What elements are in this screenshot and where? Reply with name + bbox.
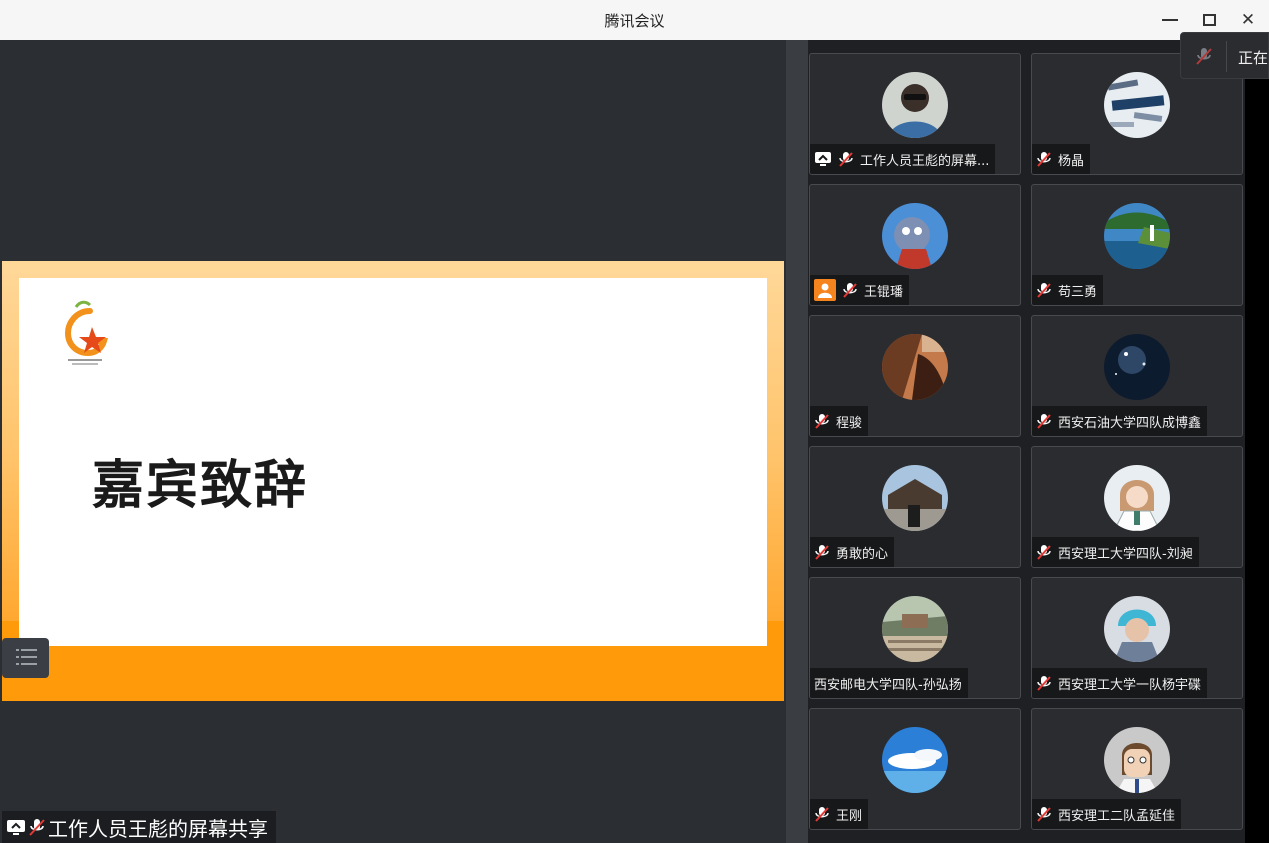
- avatar: [1104, 72, 1170, 138]
- participant-gallery: 工作人员王彪的屏幕... 杨晶 王锟璠 苟三勇 程骏 西安石油大学四队成博鑫 勇…: [808, 40, 1269, 843]
- participant-tile[interactable]: 西安理工大学一队杨宇碟: [1031, 577, 1243, 699]
- avatar: [1104, 596, 1170, 662]
- participant-tile[interactable]: 程骏: [809, 315, 1021, 437]
- popup-separator: [1226, 41, 1227, 72]
- participant-tile[interactable]: 西安理工大学四队-刘昶: [1031, 446, 1243, 568]
- presentation-slide: 嘉宾致辞: [2, 261, 784, 701]
- avatar: [882, 203, 948, 269]
- participant-name: 西安理工大学一队杨宇碟: [1058, 677, 1202, 693]
- participant-name: 王刚: [836, 808, 863, 824]
- maximize-button[interactable]: [1196, 8, 1222, 32]
- slide-title: 嘉宾致辞: [91, 456, 308, 516]
- minimize-icon: [1162, 19, 1178, 21]
- meeting-list-button[interactable]: [2, 638, 49, 678]
- participant-nametag: 西安石油大学四队成博鑫: [1032, 406, 1208, 436]
- mic-muted-icon: [842, 282, 858, 298]
- speaking-indicator[interactable]: 正在: [1180, 32, 1269, 79]
- participant-nametag: 西安理工大学一队杨宇碟: [1032, 668, 1208, 698]
- avatar: [1104, 727, 1170, 793]
- mic-muted-icon: [1195, 46, 1213, 70]
- shared-screen: 嘉宾致辞 工作人员王彪的屏幕共享: [0, 40, 786, 843]
- screen-share-label: 工作人员王彪的屏幕共享: [2, 811, 276, 843]
- slide-logo: [64, 300, 108, 365]
- right-edge-bar: [1245, 40, 1269, 843]
- participant-nametag: 程骏: [810, 406, 869, 436]
- mic-muted-icon: [1036, 413, 1052, 429]
- participant-name: 西安邮电大学四队-孙弘扬: [814, 677, 962, 693]
- participant-tile[interactable]: 西安邮电大学四队-孙弘扬: [809, 577, 1021, 699]
- participant-nametag: 工作人员王彪的屏幕...: [810, 144, 996, 174]
- screen-share-icon: [814, 151, 832, 167]
- participant-nametag: 苟三勇: [1032, 275, 1104, 305]
- participant-tile[interactable]: 西安理工二队孟延佳: [1031, 708, 1243, 830]
- maximize-icon: [1202, 14, 1216, 26]
- avatar: [1104, 334, 1170, 400]
- participant-name: 西安石油大学四队成博鑫: [1058, 415, 1202, 431]
- mic-muted-icon: [1036, 544, 1052, 560]
- participant-tile[interactable]: 苟三勇: [1031, 184, 1243, 306]
- mic-muted-icon: [814, 544, 830, 560]
- avatar: [882, 334, 948, 400]
- participant-nametag: 西安理工大学四队-刘昶: [1032, 537, 1199, 567]
- participant-name: 西安理工二队孟延佳: [1058, 808, 1176, 824]
- participant-name: 勇敢的心: [836, 546, 889, 562]
- avatar: [882, 596, 948, 662]
- participant-name: 王锟璠: [864, 284, 904, 300]
- participant-nametag: 西安理工二队孟延佳: [1032, 799, 1182, 829]
- participant-nametag: 王锟璠: [810, 275, 910, 305]
- participant-tile[interactable]: 工作人员王彪的屏幕...: [809, 53, 1021, 175]
- avatar: [1104, 465, 1170, 531]
- avatar: [882, 465, 948, 531]
- participant-name: 工作人员王彪的屏幕...: [860, 153, 990, 169]
- participant-name: 西安理工大学四队-刘昶: [1058, 546, 1193, 562]
- avatar: [882, 72, 948, 138]
- avatar: [1104, 203, 1170, 269]
- mic-muted-icon: [1036, 675, 1052, 691]
- participant-tile[interactable]: 王锟璠: [809, 184, 1021, 306]
- mic-muted-icon: [28, 817, 46, 837]
- participant-tile[interactable]: 勇敢的心: [809, 446, 1021, 568]
- mic-muted-icon: [814, 806, 830, 822]
- screen-share-icon: [6, 817, 26, 837]
- mic-muted-icon: [1036, 282, 1052, 298]
- participant-name: 苟三勇: [1058, 284, 1098, 300]
- participant-nametag: 勇敢的心: [810, 537, 895, 567]
- participant-nametag: 杨晶: [1032, 144, 1091, 174]
- window-title: 腾讯会议: [604, 12, 665, 30]
- host-badge-icon: [814, 279, 836, 301]
- panel-divider[interactable]: [786, 40, 808, 843]
- participant-nametag: 西安邮电大学四队-孙弘扬: [810, 668, 968, 698]
- minimize-button[interactable]: [1157, 8, 1183, 32]
- mic-muted-icon: [838, 151, 854, 167]
- avatar: [882, 727, 948, 793]
- list-icon: [16, 649, 37, 665]
- close-icon: ✕: [1240, 10, 1256, 30]
- participant-tile[interactable]: 西安石油大学四队成博鑫: [1031, 315, 1243, 437]
- mic-muted-icon: [1036, 151, 1052, 167]
- participant-nametag: 王刚: [810, 799, 869, 829]
- close-button[interactable]: ✕: [1235, 8, 1261, 32]
- mic-muted-icon: [814, 413, 830, 429]
- participant-name: 杨晶: [1058, 153, 1085, 169]
- mic-muted-icon: [1036, 806, 1052, 822]
- title-bar: 腾讯会议 ✕: [0, 0, 1269, 40]
- participant-name: 程骏: [836, 415, 863, 431]
- screen-share-label-text: 工作人员王彪的屏幕共享: [48, 816, 268, 841]
- speaking-indicator-text: 正在: [1238, 49, 1269, 67]
- participant-tile[interactable]: 王刚: [809, 708, 1021, 830]
